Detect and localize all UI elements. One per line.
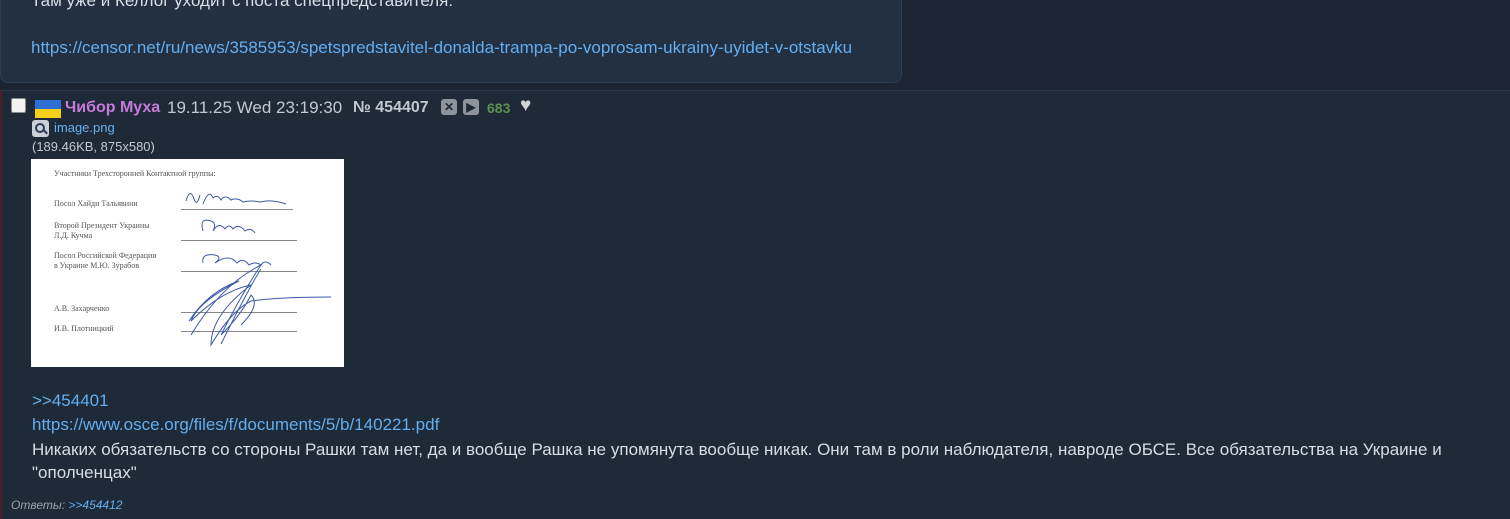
answer-link-454412[interactable]: >>454412 — [68, 498, 122, 512]
reply-reference-link[interactable]: >>454401 — [32, 391, 109, 411]
answers-section: Ответы: >>454412 — [11, 498, 122, 512]
previous-post: Там уже и Келлог уходит с поста спецпред… — [0, 0, 902, 83]
signatures-drawing — [185, 193, 332, 347]
post-number[interactable]: № 454407 — [353, 99, 429, 117]
post-454407: Чибор Муха 19.11.25 Wed 23:19:30 № 45440… — [0, 90, 1510, 519]
poster-name: Чибор Муха — [65, 99, 161, 116]
hide-post-icon[interactable]: ✕ — [441, 99, 457, 115]
ukraine-flag-icon — [35, 100, 61, 118]
attachment-info: (189.46KB, 875x580) — [32, 139, 155, 154]
attachment-filename[interactable]: image.png — [54, 120, 115, 135]
search-image-icon[interactable] — [32, 120, 49, 137]
heart-icon[interactable]: ♥ — [520, 95, 531, 117]
osce-document-link[interactable]: https://www.osce.org/files/f/documents/5… — [32, 415, 439, 435]
expand-post-icon[interactable]: ▶ — [463, 99, 479, 115]
post-date: 19.11.25 Wed 23:19:30 — [167, 98, 343, 117]
post-select-checkbox[interactable] — [11, 98, 26, 113]
post-body: Никаких обязательств со стороны Рашки та… — [32, 440, 1442, 482]
like-count: 683 — [487, 100, 511, 116]
censor-news-link[interactable]: https://censor.net/ru/news/3585953/spets… — [31, 38, 852, 58]
previous-post-text: Там уже и Келлог уходит с поста спецпред… — [31, 0, 454, 10]
answers-label: Ответы: — [11, 498, 66, 512]
attachment-thumbnail[interactable]: Участники Трехсторонней Контактной групп… — [31, 159, 344, 367]
